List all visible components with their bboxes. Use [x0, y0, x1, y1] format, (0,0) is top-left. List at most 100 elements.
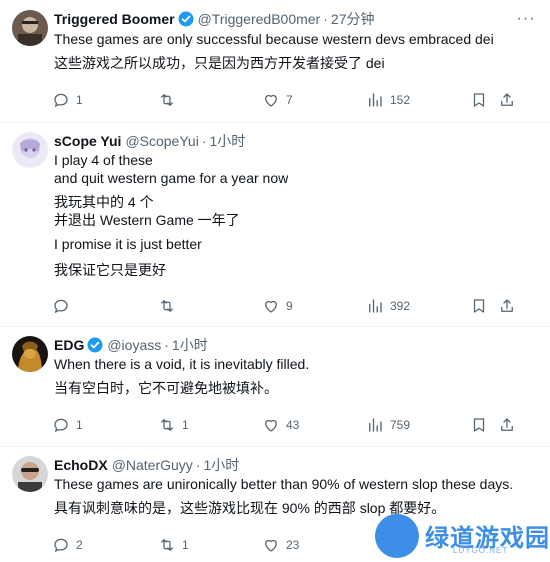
timestamp[interactable]: 27分钟 — [331, 9, 375, 29]
reply-button[interactable]: 2 — [52, 535, 86, 555]
tweet-text-line: When there is a void, it is inevitably f… — [54, 356, 310, 372]
tweet-text-line: 我保证它只是更好 — [54, 262, 166, 278]
bookmark-icon — [473, 299, 485, 313]
user-handle[interactable]: @TriggeredB00mer — [198, 11, 321, 27]
share-button[interactable] — [498, 415, 522, 435]
watermark-subtitle: LDYGO.NET — [453, 546, 509, 555]
reply-icon — [54, 299, 68, 314]
share-button[interactable] — [498, 296, 522, 316]
views-icon — [369, 93, 382, 107]
retweet-icon — [161, 539, 173, 551]
share-button[interactable] — [498, 90, 522, 110]
user-handle[interactable]: @ScopeYui — [125, 133, 198, 149]
display-name[interactable]: sCope Yui — [54, 133, 121, 149]
share-icon — [501, 299, 513, 312]
verified-badge-icon — [178, 11, 194, 27]
reply-icon — [54, 418, 68, 433]
retweet-icon — [161, 419, 173, 431]
share-icon — [501, 418, 513, 431]
views-icon — [369, 299, 382, 313]
views-button[interactable]: 759 — [366, 415, 410, 435]
reply-button[interactable]: 1 — [52, 415, 86, 435]
tweet-text-line: I play 4 of these — [54, 152, 153, 168]
tweet-text-line: These games are only successful because … — [54, 31, 494, 47]
display-name[interactable]: EDG — [54, 337, 84, 353]
tweet-header: Triggered Boomer @TriggeredB00mer · 27分钟 — [54, 9, 510, 29]
separator: · — [323, 11, 328, 27]
bookmark-icon — [473, 93, 485, 107]
timestamp[interactable]: 1小时 — [172, 335, 208, 355]
avatar[interactable] — [12, 456, 48, 492]
tweet-header: sCope Yui @ScopeYui · 1小时 — [54, 131, 510, 151]
like-icon — [265, 539, 277, 552]
bookmark-button[interactable] — [470, 415, 494, 435]
watermark-logo: 绿道游戏园 LDYGO.NET — [375, 512, 550, 562]
retweet-button[interactable]: 1 — [158, 535, 192, 555]
retweet-button[interactable] — [158, 90, 192, 110]
like-icon — [265, 300, 277, 313]
tweet-text-line: 我玩其中的 4 个 — [54, 194, 154, 210]
separator: · — [164, 337, 169, 353]
tweet-text-line: 这些游戏之所以成功，只是因为西方开发者接受了 dei — [54, 55, 385, 71]
views-button[interactable]: 152 — [366, 90, 410, 110]
reply-icon — [54, 538, 68, 553]
retweet-icon — [161, 300, 173, 312]
reply-count: 2 — [76, 538, 83, 552]
avatar[interactable] — [12, 336, 48, 372]
tweet-actions: 1 7 152 — [52, 90, 538, 110]
tweet-header: EDG @ioyass · 1小时 — [54, 335, 510, 355]
retweet-button[interactable]: 1 — [158, 415, 192, 435]
like-button[interactable]: 7 — [262, 90, 296, 110]
user-handle[interactable]: @NaterGuyy — [112, 457, 193, 473]
separator: · — [195, 457, 201, 473]
like-button[interactable]: 43 — [262, 415, 299, 435]
retweet-count: 1 — [182, 538, 189, 552]
like-icon — [265, 94, 277, 107]
tweet-text-line: 当有空白时，它不可避免地被填补。 — [54, 380, 278, 396]
like-count: 23 — [286, 538, 300, 552]
bookmark-button[interactable] — [470, 90, 494, 110]
retweet-button[interactable] — [158, 296, 192, 316]
like-button[interactable]: 23 — [262, 535, 299, 555]
tweet-actions: 1 1 43 759 — [52, 415, 538, 435]
bookmark-button[interactable] — [470, 296, 494, 316]
tweet-text-line: I promise it is just better — [54, 236, 202, 252]
like-icon — [265, 419, 277, 432]
like-button[interactable]: 9 — [262, 296, 296, 316]
views-count: 152 — [390, 93, 411, 107]
reply-icon — [54, 93, 68, 108]
watermark-emblem-icon — [375, 514, 419, 558]
reply-button[interactable] — [52, 296, 86, 316]
tweet-header: EchoDX @NaterGuyy · 1小时 — [54, 455, 510, 475]
separator: · — [201, 133, 207, 149]
share-icon — [501, 93, 513, 106]
display-name[interactable]: Triggered Boomer — [54, 11, 175, 27]
timestamp[interactable]: 1小时 — [203, 455, 239, 475]
reply-count: 1 — [76, 418, 83, 432]
more-icon[interactable]: ··· — [516, 11, 536, 32]
like-count: 43 — [286, 418, 300, 432]
avatar[interactable] — [12, 10, 48, 46]
retweet-icon — [161, 94, 173, 106]
timestamp[interactable]: 1小时 — [209, 131, 245, 151]
reply-count: 1 — [76, 93, 83, 107]
retweet-count: 1 — [182, 418, 189, 432]
tweet-edg[interactable]: EDG @ioyass · 1小时 When there is a void, … — [0, 326, 550, 447]
display-name[interactable]: EchoDX — [54, 457, 108, 473]
tweet-text-line: These games are unironically better than… — [54, 476, 514, 492]
views-count: 759 — [390, 418, 411, 432]
views-count: 392 — [390, 299, 411, 313]
reply-button[interactable]: 1 — [52, 90, 86, 110]
avatar[interactable] — [12, 132, 48, 168]
user-handle[interactable]: @ioyass — [107, 337, 161, 353]
tweet-triggered-boomer[interactable]: Triggered Boomer @TriggeredB00mer · 27分钟… — [0, 0, 550, 123]
bookmark-icon — [473, 418, 485, 432]
like-count: 9 — [286, 299, 293, 313]
like-count: 7 — [286, 93, 293, 107]
tweet-scope-yui[interactable]: sCope Yui @ScopeYui · 1小时 I play 4 of th… — [0, 122, 550, 327]
views-icon — [369, 418, 382, 432]
tweet-text-line: and quit western game for a year now — [54, 170, 289, 186]
tweet-actions: 9 392 — [52, 296, 538, 316]
verified-badge-icon — [87, 337, 103, 353]
views-button[interactable]: 392 — [366, 296, 410, 316]
